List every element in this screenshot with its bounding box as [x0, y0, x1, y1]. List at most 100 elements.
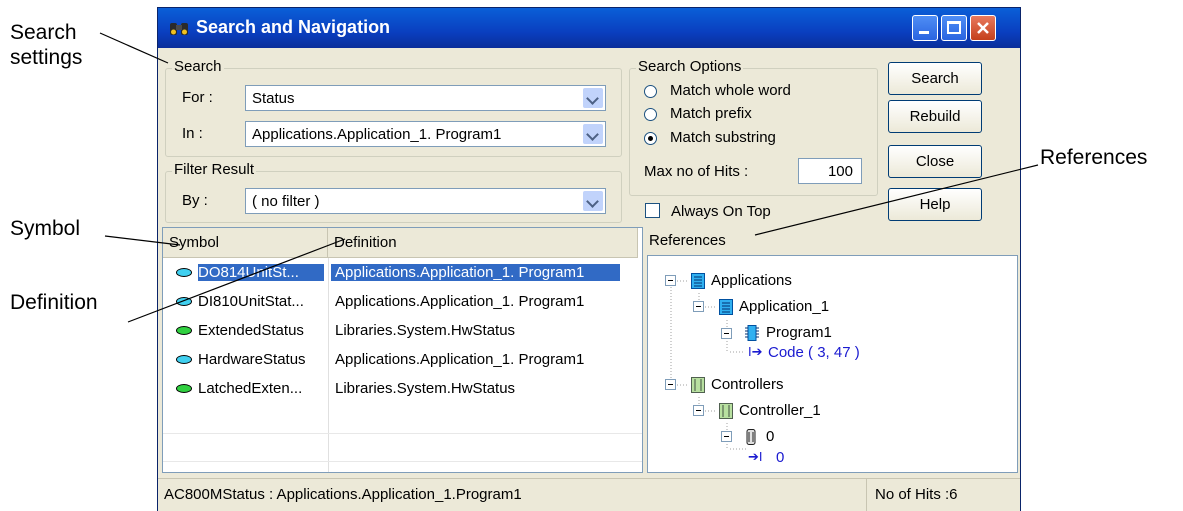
collapse-toggle[interactable]	[693, 405, 704, 416]
in-value: Applications.Application_1. Program1	[252, 126, 502, 143]
application-icon	[691, 273, 705, 289]
tree-node-controller-1[interactable]: Controller_1	[739, 402, 821, 419]
tree-node-unit-0[interactable]: 0	[766, 428, 774, 445]
tree-node-program1[interactable]: Program1	[766, 324, 832, 341]
table-row[interactable]: DI810UnitStat... Applications.Applicatio…	[163, 288, 638, 317]
in-combobox[interactable]: Applications.Application_1. Program1	[245, 121, 606, 147]
status-text: AC800MStatus : Applications.Application_…	[164, 486, 522, 503]
close-icon	[977, 22, 989, 34]
tree-node-code-reference[interactable]: Code ( 3, 47 )	[768, 344, 860, 361]
close-button[interactable]: Close	[888, 145, 982, 178]
symbol-cell: DI810UnitStat...	[198, 293, 304, 310]
match-whole-word-label[interactable]: Match whole word	[670, 82, 791, 99]
search-button[interactable]: Search	[888, 62, 982, 95]
callout-definition: Definition	[10, 291, 98, 314]
tree-node-applications[interactable]: Applications	[711, 272, 792, 289]
hardware-reference-icon: ➔I	[748, 449, 763, 464]
maximize-button[interactable]	[941, 15, 967, 41]
search-group: Search For : Status In : Applications.Ap…	[165, 58, 622, 157]
column-header-symbol[interactable]: Symbol	[163, 228, 328, 258]
definition-cell: Applications.Application_1. Program1	[335, 293, 585, 310]
status-bar: AC800MStatus : Applications.Application_…	[158, 478, 1020, 511]
symbol-status-icon	[176, 384, 192, 393]
tree-node-controllers[interactable]: Controllers	[711, 376, 784, 393]
controller-icon	[691, 377, 705, 393]
always-on-top-checkbox[interactable]	[645, 203, 660, 218]
collapse-toggle[interactable]	[721, 328, 732, 339]
match-prefix-label[interactable]: Match prefix	[670, 105, 752, 122]
search-options-group: Search Options Match whole word Match pr…	[629, 58, 878, 196]
chevron-down-icon[interactable]	[583, 124, 603, 144]
match-whole-word-radio[interactable]	[644, 85, 657, 98]
chevron-down-icon[interactable]	[583, 191, 603, 211]
definition-cell: Applications.Application_1. Program1	[335, 351, 585, 368]
search-navigation-window: Search and Navigation Search For : Statu…	[157, 7, 1021, 511]
symbol-status-icon	[176, 355, 192, 364]
hardware-unit-icon	[746, 429, 756, 445]
column-header-definition[interactable]: Definition	[328, 228, 638, 258]
window-title: Search and Navigation	[196, 17, 391, 37]
max-hits-label: Max no of Hits :	[644, 163, 749, 180]
tree-node-hardware-reference[interactable]: 0	[776, 449, 784, 466]
definition-cell: Libraries.System.HwStatus	[335, 322, 516, 339]
collapse-toggle[interactable]	[693, 301, 704, 312]
filter-group-legend: Filter Result	[172, 161, 257, 178]
callout-search-settings-line1: Search	[10, 21, 77, 44]
collapse-toggle[interactable]	[665, 379, 676, 390]
max-hits-value: 100	[827, 163, 853, 180]
table-row[interactable]: ExtendedStatus Libraries.System.HwStatus	[163, 317, 638, 346]
symbol-status-icon	[176, 297, 192, 306]
symbol-cell: ExtendedStatus	[198, 322, 304, 339]
collapse-toggle[interactable]	[665, 275, 676, 286]
search-group-legend: Search	[172, 58, 224, 75]
filter-group: Filter Result By : ( no filter )	[165, 161, 622, 223]
always-on-top-label[interactable]: Always On Top	[671, 203, 771, 220]
minimize-button[interactable]	[912, 15, 938, 41]
match-substring-radio[interactable]	[644, 132, 657, 145]
program-icon	[745, 325, 759, 341]
definition-cell: Applications.Application_1. Program1	[331, 264, 620, 281]
help-button[interactable]: Help	[888, 188, 982, 221]
by-label: By :	[182, 192, 208, 209]
collapse-toggle[interactable]	[721, 431, 732, 442]
empty-row-divider	[163, 433, 642, 434]
filter-value: ( no filter )	[252, 193, 320, 210]
callout-symbol: Symbol	[10, 217, 81, 240]
results-list[interactable]: Symbol Definition DO814UnitSt... Applica…	[162, 227, 643, 473]
symbol-cell: DO814UnitSt...	[198, 264, 324, 281]
close-window-button[interactable]	[970, 15, 996, 41]
title-bar[interactable]: Search and Navigation	[158, 8, 1020, 48]
search-options-legend: Search Options	[636, 58, 744, 75]
table-row[interactable]: LatchedExten... Libraries.System.HwStatu…	[163, 375, 638, 404]
references-header: References	[645, 227, 1018, 255]
filter-combobox[interactable]: ( no filter )	[245, 188, 606, 214]
callout-search-settings-line2: settings	[10, 46, 83, 69]
code-reference-icon: I➔	[748, 344, 763, 359]
maximize-icon	[947, 21, 961, 34]
references-tree[interactable]: Applications Application_1 Program1 I➔ C…	[647, 255, 1018, 473]
match-prefix-radio[interactable]	[644, 108, 657, 121]
for-combobox[interactable]: Status	[245, 85, 606, 111]
empty-row-divider	[163, 461, 642, 462]
match-substring-label[interactable]: Match substring	[670, 129, 776, 146]
table-row[interactable]: HardwareStatus Applications.Application_…	[163, 346, 638, 375]
table-row[interactable]: DO814UnitSt... Applications.Application_…	[163, 259, 638, 288]
application-icon	[719, 299, 733, 315]
rebuild-button[interactable]: Rebuild	[888, 100, 982, 133]
in-label: In :	[182, 125, 203, 142]
for-value: Status	[252, 90, 295, 107]
callout-references: References	[1040, 146, 1148, 169]
symbol-status-icon	[176, 326, 192, 335]
symbol-status-icon	[176, 268, 192, 277]
symbol-cell: LatchedExten...	[198, 380, 303, 397]
chevron-down-icon[interactable]	[583, 88, 603, 108]
binoculars-icon	[170, 23, 188, 35]
for-label: For :	[182, 89, 213, 106]
max-hits-input[interactable]: 100	[798, 158, 862, 184]
tree-node-application-1[interactable]: Application_1	[739, 298, 829, 315]
minimize-icon	[919, 31, 929, 34]
controller-icon	[719, 403, 733, 419]
hits-count: No of Hits :6	[866, 479, 1020, 511]
symbol-cell: HardwareStatus	[198, 351, 306, 368]
definition-cell: Libraries.System.HwStatus	[335, 380, 516, 397]
